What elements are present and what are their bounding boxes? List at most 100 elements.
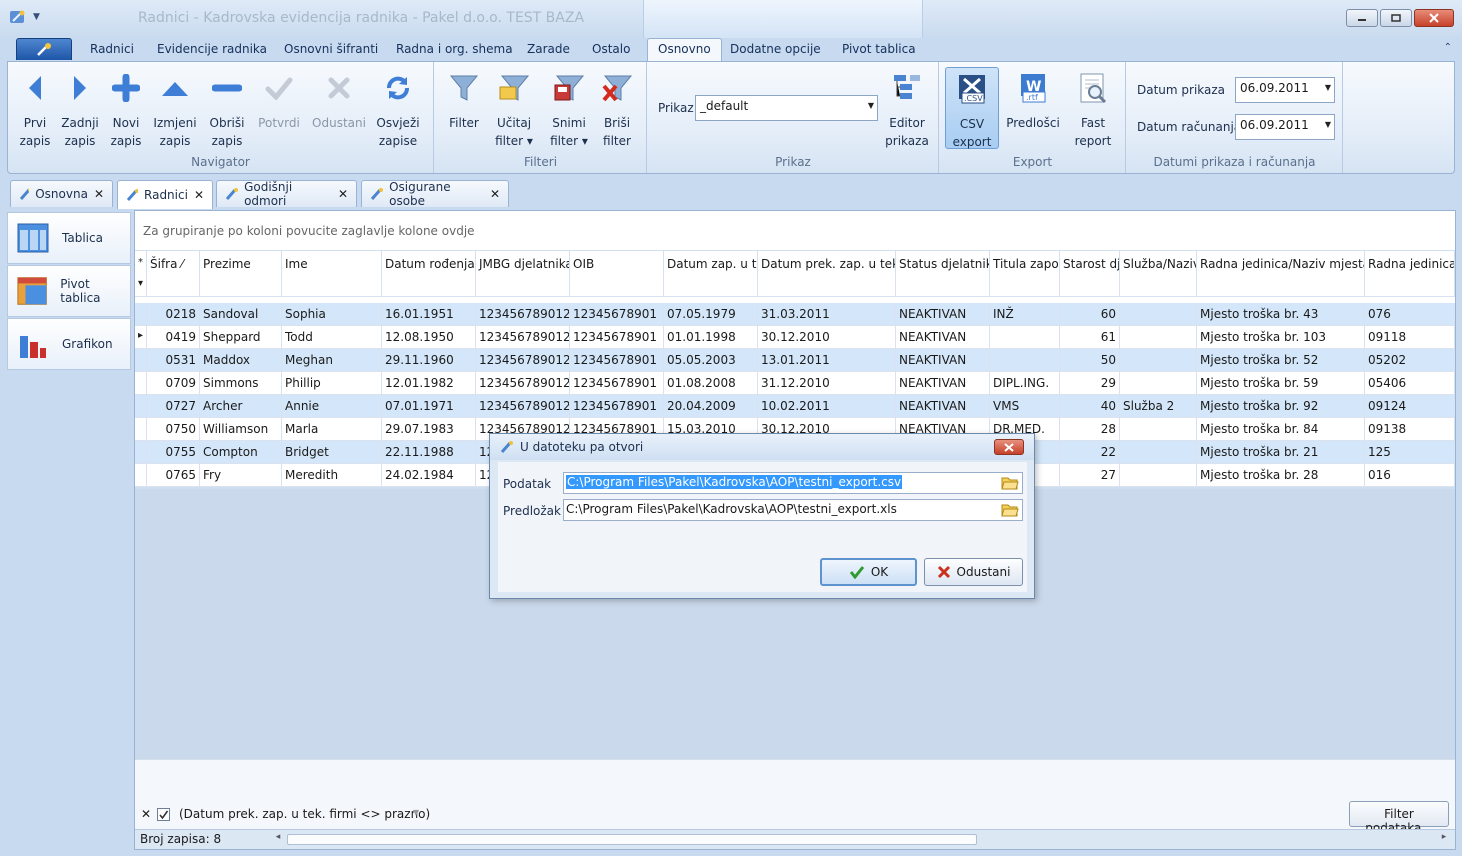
edit-record-button[interactable]: Izmjeni zapis [148,70,202,150]
csv-export-button[interactable]: .CSV CSV export [945,67,999,149]
confirm-button[interactable]: Potvrdi [252,70,306,132]
grid-header-row[interactable]: * Šifra ⁄ Prezime Ime Datum rođenja JMBG djel… [135,251,1455,275]
filter-cell[interactable] [282,274,382,297]
horizontal-scrollbar-thumb[interactable] [287,834,977,845]
table-cell[interactable]: Todd [282,326,382,349]
table-cell[interactable]: Sandoval [200,303,282,326]
table-cell[interactable]: Meredith [282,464,382,487]
column-header[interactable]: Starost dje [1060,251,1120,275]
filter-cell[interactable] [1120,274,1197,297]
dialog-close-button[interactable] [994,439,1024,455]
table-cell[interactable]: NEAKTIVAN [896,395,990,418]
predlozak-input[interactable]: C:\Program Files\Pakel\Kadrovska\AOP\tes… [563,499,1023,521]
table-cell[interactable]: 20.04.2009 [664,395,758,418]
filter-enabled-checkbox[interactable] [157,808,170,821]
new-record-button[interactable]: Novi zapis [99,70,153,150]
tab-osnovno[interactable]: Osnovno [647,38,722,62]
grid-filter-row[interactable]: ▾ [135,274,1455,297]
table-cell[interactable]: Fry [200,464,282,487]
table-cell[interactable]: 01.01.1998 [664,326,758,349]
table-cell[interactable]: 0709 [147,372,200,395]
table-cell[interactable]: 31.12.2010 [758,372,896,395]
table-cell[interactable]: 0755 [147,441,200,464]
table-cell[interactable]: 1234567890123 [476,303,570,326]
doc-tab-radnici[interactable]: Radnici ✕ [117,180,213,209]
tab-radna-i-org-shema[interactable]: Radna i org. shema [396,42,513,56]
delete-filter-button[interactable]: Briši filter [590,70,644,150]
table-row[interactable]: ▸ 0419 Sheppard Todd 12.08.1950 1234567890123… [135,326,1455,349]
editor-prikaza-button[interactable]: Editor prikaza [880,70,934,150]
scroll-right-icon[interactable]: ▸ [1437,832,1451,847]
table-cell[interactable]: 13.01.2011 [758,349,896,372]
tab-evidencije-radnika[interactable]: Evidencije radnika [157,42,267,56]
column-header[interactable]: Datum rođenja [382,251,476,275]
close-tab-icon[interactable]: ✕ [94,187,104,201]
table-cell[interactable]: Simmons [200,372,282,395]
table-cell[interactable]: NEAKTIVAN [896,349,990,372]
column-header[interactable]: Služba/Naziv [1120,251,1197,275]
table-row[interactable]: 0709 Simmons Phillip 12.01.1982 123456789012… [135,372,1455,395]
table-cell[interactable]: 12.01.1982 [382,372,476,395]
table-cell[interactable]: 09124 [1365,395,1455,418]
table-cell[interactable]: 076 [1365,303,1455,326]
tab-dodatne-opcije[interactable]: Dodatne opcije [730,42,821,56]
folder-open-icon[interactable] [1001,475,1019,491]
column-header[interactable]: Datum prek. zap. u tek. [758,251,896,275]
table-cell[interactable] [990,349,1060,372]
tab-zarade[interactable]: Zarade [527,42,570,56]
clear-filter-icon[interactable]: ✕ [141,807,151,821]
folder-open-icon[interactable] [1001,502,1019,518]
table-cell[interactable]: Meghan [282,349,382,372]
restore-button[interactable] [1380,9,1412,27]
table-cell[interactable]: Sophia [282,303,382,326]
table-cell[interactable]: Phillip [282,372,382,395]
table-cell[interactable]: Sheppard [200,326,282,349]
table-cell[interactable]: NEAKTIVAN [896,372,990,395]
table-cell[interactable]: 0727 [147,395,200,418]
table-cell[interactable]: 0531 [147,349,200,372]
column-header[interactable]: Radna jedinica/Naziv mjesta t [1197,251,1365,275]
table-cell[interactable]: 01.08.2008 [664,372,758,395]
datum-racunanja-field[interactable]: 06.09.2011 ▼ [1235,114,1335,140]
table-cell[interactable]: 1234567890123 [476,349,570,372]
table-cell[interactable]: 28 [1060,418,1120,441]
datum-prikaza-field[interactable]: 06.09.2011 ▼ [1235,77,1335,103]
table-cell[interactable]: 12345678901 [570,326,664,349]
table-cell[interactable] [1120,326,1197,349]
tab-osnovni-sifranti[interactable]: Osnovni šifranti [284,42,378,56]
table-cell[interactable]: 0765 [147,464,200,487]
table-cell[interactable]: NEAKTIVAN [896,303,990,326]
table-cell[interactable]: Bridget [282,441,382,464]
table-cell[interactable]: Archer [200,395,282,418]
table-cell[interactable]: 50 [1060,349,1120,372]
table-cell[interactable]: 61 [1060,326,1120,349]
table-cell[interactable] [990,326,1060,349]
table-cell[interactable]: 12345678901 [570,395,664,418]
table-cell[interactable]: Williamson [200,418,282,441]
filter-podataka-button[interactable]: Filter podataka... [1349,801,1449,835]
table-cell[interactable]: DIPL.ING. [990,372,1060,395]
table-cell[interactable]: Marla [282,418,382,441]
table-cell[interactable] [1120,303,1197,326]
filter-cell[interactable] [570,274,664,297]
doc-tab-osnovna[interactable]: Osnovna ✕ [10,180,113,207]
table-cell[interactable]: 12345678901 [570,349,664,372]
table-cell[interactable]: 30.12.2010 [758,326,896,349]
table-cell[interactable]: 29.11.1960 [382,349,476,372]
filter-cell[interactable] [476,274,570,297]
filter-cell[interactable] [1197,274,1365,297]
table-cell[interactable]: 22 [1060,441,1120,464]
table-cell[interactable]: 09138 [1365,418,1455,441]
table-cell[interactable]: 07.05.1979 [664,303,758,326]
table-cell[interactable]: 12345678901 [570,372,664,395]
table-cell[interactable]: 1234567890123 [476,326,570,349]
table-cell[interactable]: 27 [1060,464,1120,487]
table-cell[interactable]: 05.05.2003 [664,349,758,372]
filter-cell[interactable] [1060,274,1120,297]
table-cell[interactable]: Služba 2 [1120,395,1197,418]
close-tab-icon[interactable]: ✕ [338,187,348,201]
table-cell[interactable] [1120,441,1197,464]
nav-grafikon[interactable]: Grafikon [7,318,131,370]
table-cell[interactable]: 0218 [147,303,200,326]
table-cell[interactable]: NEAKTIVAN [896,326,990,349]
